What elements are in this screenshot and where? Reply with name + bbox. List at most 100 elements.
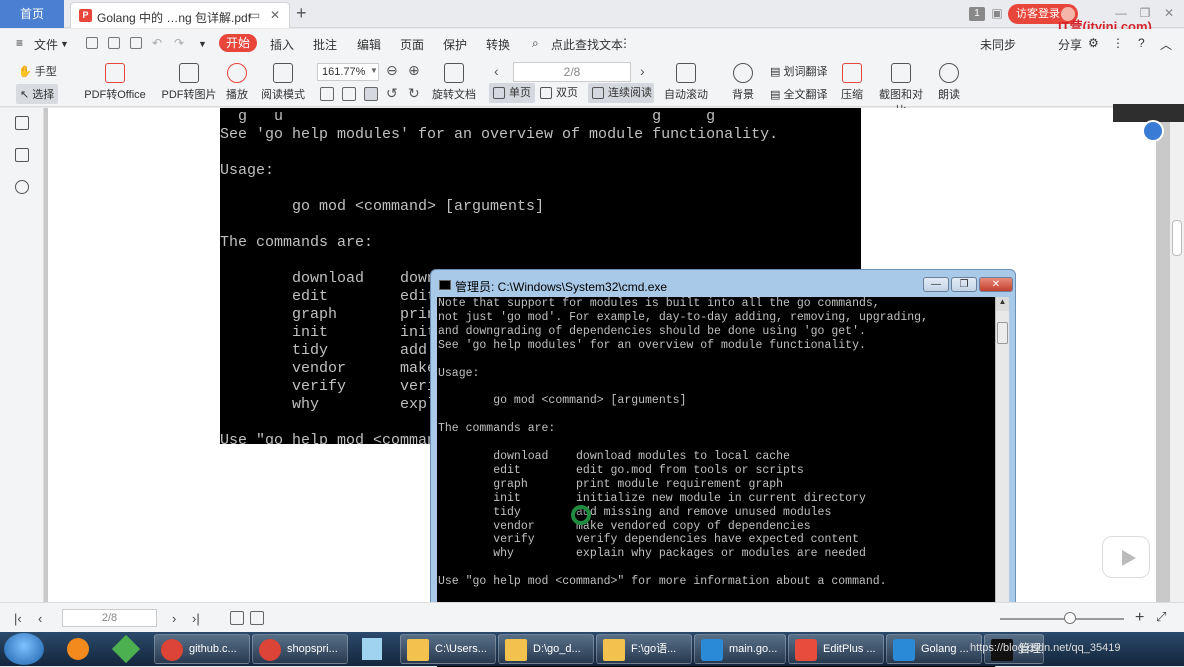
prev-page-icon[interactable]: ‹: [494, 63, 499, 79]
menu-protect[interactable]: 保护: [443, 36, 467, 53]
save-icon[interactable]: [108, 37, 120, 49]
menu-page[interactable]: 页面: [400, 36, 424, 53]
task-editplus[interactable]: EditPlus ...: [788, 634, 884, 664]
help-icon[interactable]: ?: [1138, 36, 1145, 50]
open-icon[interactable]: [86, 37, 98, 49]
menu-start[interactable]: 开始: [219, 34, 257, 52]
task-folder-go-lang[interactable]: F:\go语...: [596, 634, 692, 664]
menu-convert[interactable]: 转换: [486, 36, 510, 53]
read-mode-button[interactable]: 阅读模式: [259, 63, 307, 102]
outline-icon[interactable]: [15, 116, 29, 130]
undo-icon[interactable]: ↶: [152, 36, 162, 50]
auto-scroll-button[interactable]: 自动滚动: [662, 63, 710, 102]
task-folder-go-d[interactable]: D:\go_d...: [498, 634, 594, 664]
floating-toolbar[interactable]: [1113, 104, 1184, 122]
background-button[interactable]: 背景: [728, 63, 758, 102]
menu-file[interactable]: 文件: [34, 36, 58, 53]
hamburger-icon[interactable]: ≡: [16, 36, 23, 50]
read-aloud-button[interactable]: 朗读: [937, 63, 961, 102]
cmd-maximize-button[interactable]: ❐: [951, 277, 977, 292]
tab-document[interactable]: P Golang 中的 …ng 包详解.pdf ▭ ✕: [70, 2, 290, 28]
pdf-to-image-button[interactable]: PDF转图片: [160, 63, 218, 102]
first-page-icon[interactable]: |‹: [14, 611, 22, 626]
double-page-icon: [540, 87, 552, 99]
cmd-close-button[interactable]: ✕: [979, 277, 1013, 292]
cmd-minimize-button[interactable]: —: [923, 277, 949, 292]
fit-page-icon[interactable]: [342, 87, 356, 101]
skin-icon[interactable]: ▣: [990, 6, 1004, 20]
more-menu-icon[interactable]: ⋮: [1112, 36, 1124, 50]
page-input-bottom[interactable]: 2/8: [62, 609, 157, 627]
zoom-out-icon[interactable]: ⊖: [386, 62, 398, 79]
menu-bar: ≡ 文件 ▼ ↶ ↷ ▼ 开始 插入 批注 编辑 页面 保护 转换 ⌕ 点此查找…: [0, 29, 1184, 57]
task-label: EditPlus ...: [823, 643, 876, 655]
task-vscode-main[interactable]: main.go...: [694, 634, 786, 664]
zoom-in-icon[interactable]: ⊕: [408, 62, 420, 79]
fit-icon[interactable]: [230, 611, 244, 625]
task-folder-users[interactable]: C:\Users...: [400, 634, 496, 664]
prev-page-bottom-icon[interactable]: ‹: [38, 611, 42, 626]
rotate-left-icon[interactable]: ↺: [386, 85, 398, 102]
next-page-icon[interactable]: ›: [640, 63, 645, 79]
compress-button[interactable]: 压缩: [840, 63, 864, 102]
full-translate-button[interactable]: ▤ 全文翻译: [770, 86, 832, 102]
rotate-doc-button[interactable]: 旋转文档: [432, 63, 476, 102]
task-golang-pdf[interactable]: Golang ...: [886, 634, 982, 664]
continuous-read-button[interactable]: 连续阅读: [588, 83, 654, 103]
page-input[interactable]: 2/8: [513, 62, 631, 82]
task-chrome-github[interactable]: github.c...: [154, 634, 250, 664]
select-tool[interactable]: ↖ 选择: [16, 84, 59, 104]
word-translate-button[interactable]: ▤ 划词翻译: [770, 63, 832, 79]
quick-dropdown-icon[interactable]: ▼: [198, 39, 207, 49]
double-page-button[interactable]: 双页: [536, 83, 586, 103]
floating-assistant-icon[interactable]: [1142, 120, 1164, 142]
thumbnail-icon[interactable]: [15, 148, 29, 162]
share-button[interactable]: 分享: [1058, 36, 1082, 53]
folder-icon: [407, 639, 429, 661]
hand-tool[interactable]: ✋ 手型: [18, 63, 57, 79]
document-scrollbar[interactable]: [1170, 108, 1184, 602]
tab-home[interactable]: 首页: [0, 0, 64, 28]
chevron-down-icon[interactable]: ▼: [60, 39, 69, 49]
single-page-button[interactable]: 单页: [489, 83, 535, 103]
more-icon[interactable]: ⋮: [619, 36, 631, 50]
fullscreen-icon[interactable]: ⤢: [1156, 609, 1166, 625]
scroll-up-icon[interactable]: ▲: [996, 297, 1009, 311]
new-tab-button[interactable]: +: [296, 3, 307, 24]
scrollbar-thumb[interactable]: [1172, 220, 1182, 256]
print-icon[interactable]: [130, 37, 142, 49]
menu-insert[interactable]: 插入: [270, 36, 294, 53]
zoom-plus-icon[interactable]: +: [1135, 609, 1144, 627]
last-page-icon[interactable]: ›|: [192, 611, 200, 626]
notepad-icon[interactable]: [352, 634, 392, 664]
pdf-to-office-button[interactable]: PDF转Office: [82, 63, 148, 102]
collapse-icon[interactable]: ︿: [1160, 36, 1172, 53]
close-icon[interactable]: ✕: [1162, 6, 1176, 20]
pin-icon[interactable]: ▭: [249, 8, 260, 22]
cmd-scroll-thumb[interactable]: [997, 322, 1008, 344]
fit-width-icon[interactable]: [320, 87, 334, 101]
window-count-badge[interactable]: 1: [969, 7, 985, 21]
sync-status[interactable]: 未同步: [980, 36, 1016, 53]
play-button[interactable]: 播放: [224, 63, 250, 102]
bookmark-icon[interactable]: [15, 180, 29, 194]
zoom-slider-knob[interactable]: [1064, 612, 1076, 624]
actual-size-icon[interactable]: [364, 87, 378, 101]
zoom-slider[interactable]: [1000, 618, 1124, 620]
rotate-right-icon[interactable]: ↻: [408, 85, 420, 102]
next-page-bottom-icon[interactable]: ›: [172, 611, 176, 626]
zoom-dropdown-icon[interactable]: ▼: [370, 66, 378, 75]
task-chrome-shopspring[interactable]: shopspri...: [252, 634, 348, 664]
app-icon[interactable]: [106, 634, 146, 664]
export-icon[interactable]: [250, 611, 264, 625]
firefox-icon[interactable]: [58, 634, 98, 664]
close-tab-icon[interactable]: ✕: [270, 8, 280, 22]
menu-edit[interactable]: 编辑: [357, 36, 381, 53]
settings-icon[interactable]: ⚙: [1088, 36, 1099, 50]
redo-icon[interactable]: ↷: [174, 36, 184, 50]
menu-annotate[interactable]: 批注: [313, 36, 337, 53]
search-text[interactable]: 点此查找文本: [551, 36, 623, 53]
start-button[interactable]: [4, 633, 44, 665]
search-icon[interactable]: ⌕: [532, 36, 539, 51]
video-play-icon[interactable]: [1102, 536, 1150, 578]
